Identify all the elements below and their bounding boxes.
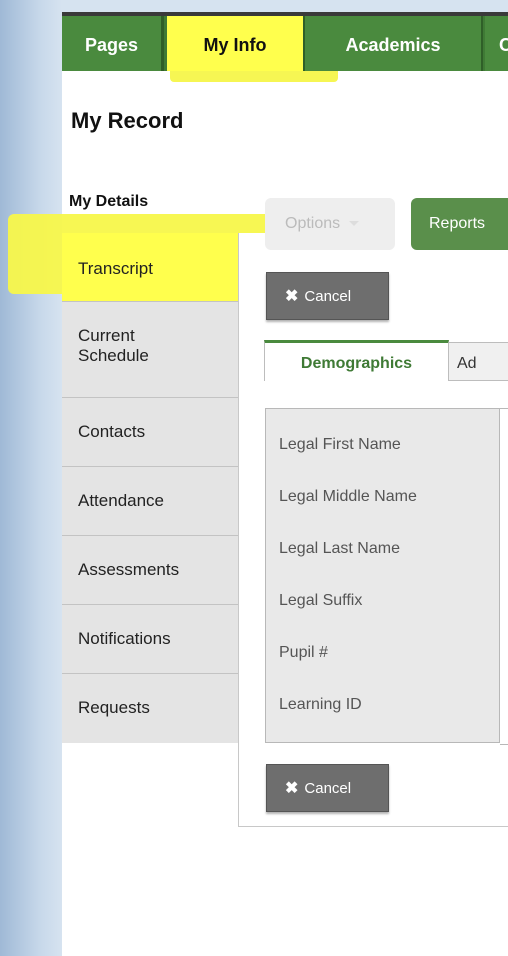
reports-button[interactable]: Reports <box>411 198 508 250</box>
field-label-pupil-number: Pupil # <box>279 644 328 661</box>
chevron-down-icon <box>348 221 359 227</box>
field-label-learning-id: Learning ID <box>279 696 362 713</box>
nav-tab-pages[interactable]: Pages <box>62 16 164 71</box>
field-label-legal-first-name: Legal First Name <box>279 436 401 453</box>
nav-tab-my-info[interactable]: My Info <box>167 16 305 71</box>
demographics-fields-panel <box>265 408 500 743</box>
sidebar-item-requests[interactable]: Requests <box>62 674 238 743</box>
sidebar-item-attendance[interactable]: Attendance <box>62 467 238 536</box>
sidebar-item-notifications[interactable]: Notifications <box>62 605 238 674</box>
cancel-button-top[interactable]: ✖ Cancel <box>266 272 389 320</box>
nav-tab-truncated[interactable]: C <box>485 16 508 71</box>
sidebar-item-current-schedule[interactable]: Current Schedule <box>62 302 238 398</box>
sidebar-heading: My Details <box>69 193 149 210</box>
sidebar-item-transcript[interactable]: Transcript <box>62 233 238 302</box>
close-icon: ✖ <box>285 780 299 797</box>
cancel-label: Cancel <box>304 780 352 797</box>
sidebar-item-assessments[interactable]: Assessments <box>62 536 238 605</box>
cancel-button-bottom[interactable]: ✖ Cancel <box>266 764 389 812</box>
page-title: My Record <box>71 108 184 133</box>
field-values-column <box>500 408 508 745</box>
field-label-legal-last-name: Legal Last Name <box>279 540 400 557</box>
tab-demographics[interactable]: Demographics <box>264 340 449 381</box>
options-label: Options <box>285 215 341 232</box>
close-icon: ✖ <box>285 288 299 305</box>
cancel-label: Cancel <box>304 288 352 305</box>
options-button[interactable]: Options <box>265 198 395 250</box>
field-label-legal-suffix: Legal Suffix <box>279 592 363 609</box>
tab-addresses[interactable]: Ad <box>449 342 508 380</box>
sidebar-item-contacts[interactable]: Contacts <box>62 398 238 467</box>
field-label-legal-middle-name: Legal Middle Name <box>279 488 417 505</box>
nav-tab-academics[interactable]: Academics <box>305 16 483 71</box>
